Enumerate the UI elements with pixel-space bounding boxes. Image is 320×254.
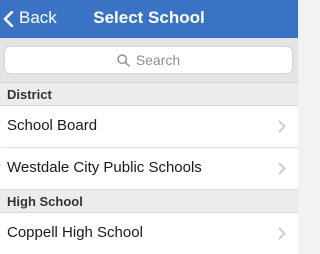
chevron-right-icon bbox=[278, 227, 286, 240]
page-title: Select School bbox=[93, 8, 205, 27]
list-item-label: Coppell High School bbox=[7, 224, 143, 241]
chevron-right-icon bbox=[278, 162, 286, 175]
search-bar: Search bbox=[0, 38, 298, 82]
section-header-high-school: High School bbox=[0, 189, 298, 213]
list-item-label: School Board bbox=[7, 117, 98, 134]
list-item-coppell-high-school[interactable]: Coppell High School bbox=[0, 213, 298, 254]
search-icon bbox=[117, 53, 130, 67]
search-input[interactable]: Search bbox=[4, 46, 293, 74]
back-button-label: Back bbox=[19, 8, 57, 27]
section-header-label: High School bbox=[7, 194, 83, 209]
list-item-label: Westdale City Public Schools bbox=[7, 159, 202, 176]
list-item-school-board[interactable]: School Board bbox=[0, 106, 298, 147]
chevron-left-icon bbox=[3, 11, 14, 27]
section-header-label: District bbox=[7, 87, 52, 102]
list-item-westdale-city-public-schools[interactable]: Westdale City Public Schools bbox=[0, 148, 298, 189]
search-placeholder: Search bbox=[135, 52, 181, 68]
chevron-right-icon bbox=[278, 120, 286, 133]
navigation-bar: Back Select School bbox=[0, 0, 298, 38]
section-header-district: District bbox=[0, 82, 298, 106]
